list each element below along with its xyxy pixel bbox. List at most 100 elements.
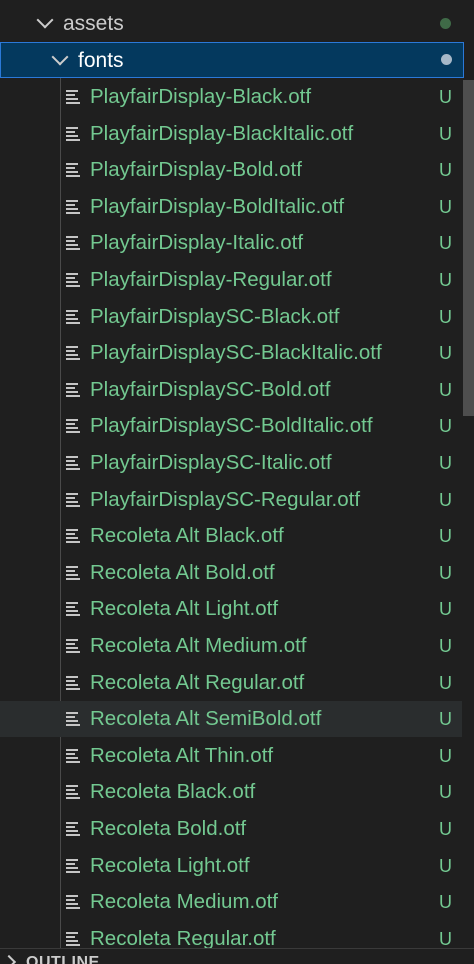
git-status-badge: U: [439, 270, 452, 290]
file-label: PlayfairDisplaySC-BoldItalic.otf: [90, 414, 373, 438]
folder-label: fonts: [78, 49, 124, 72]
git-status-badge: U: [439, 453, 452, 473]
file-label: Recoleta Alt Regular.otf: [90, 670, 305, 694]
file-text-icon: [66, 492, 80, 507]
file-text-icon: [66, 895, 80, 910]
file-label: PlayfairDisplaySC-Black.otf: [90, 304, 340, 328]
git-status-badge: U: [439, 855, 452, 876]
git-status-badge: U: [439, 379, 452, 400]
file-label: Recoleta Alt Black.otf: [90, 524, 284, 548]
git-status-badge: U: [439, 416, 452, 437]
file-text-icon: [66, 602, 80, 617]
file-row[interactable]: Recoleta Alt Medium.otf U: [0, 628, 462, 664]
git-status-badge: U: [439, 160, 452, 181]
file-label: PlayfairDisplaySC-Italic.otf: [90, 451, 332, 474]
file-row[interactable]: Recoleta Alt SemiBold.otf U: [0, 701, 462, 738]
file-row[interactable]: PlayfairDisplay-Regular.otf U: [0, 262, 462, 298]
git-status-badge: U: [439, 745, 452, 766]
file-row[interactable]: Recoleta Alt Bold.otf U: [0, 555, 462, 591]
file-label: PlayfairDisplay-Italic.otf: [90, 231, 304, 255]
file-row[interactable]: Recoleta Alt Thin.otf U: [0, 738, 462, 774]
file-text-icon: [66, 163, 80, 178]
file-text-icon: [66, 785, 80, 800]
file-row[interactable]: PlayfairDisplaySC-Black.otf U: [0, 299, 462, 335]
file-label: PlayfairDisplay-BlackItalic.otf: [90, 121, 354, 145]
file-text-icon: [66, 639, 80, 653]
file-row[interactable]: PlayfairDisplaySC-BlackItalic.otf U: [0, 335, 462, 371]
folder-assets[interactable]: assets: [0, 6, 462, 42]
file-explorer: assets fonts PlayfairDisplay-Black.otf U P…: [0, 0, 474, 964]
modified-dot-icon: [441, 54, 452, 65]
file-row[interactable]: PlayfairDisplay-Italic.otf U: [0, 225, 462, 261]
chevron-down-icon[interactable]: [51, 48, 69, 66]
git-status-badge: U: [439, 599, 452, 620]
file-text-icon: [66, 675, 80, 690]
file-row[interactable]: PlayfairDisplaySC-Bold.otf U: [0, 372, 462, 408]
file-text-icon: [66, 90, 80, 104]
file-label: Recoleta Light.otf: [90, 853, 250, 877]
chevron-down-icon[interactable]: [36, 11, 54, 29]
file-text-icon: [66, 529, 80, 544]
file-label: Recoleta Black.otf: [90, 780, 256, 804]
file-row[interactable]: Recoleta Alt Light.otf U: [0, 591, 462, 627]
file-row[interactable]: Recoleta Medium.otf U: [0, 884, 462, 920]
file-text-icon: [66, 565, 80, 580]
file-text-icon: [66, 126, 80, 141]
git-status-badge: U: [439, 672, 452, 693]
file-row[interactable]: Recoleta Light.otf U: [0, 848, 462, 884]
outline-label: OUTLINE: [26, 954, 100, 964]
chevron-right-icon[interactable]: [1, 954, 17, 964]
file-text-icon: [66, 382, 80, 397]
scrollbar[interactable]: [463, 80, 474, 416]
file-label: Recoleta Bold.otf: [90, 817, 247, 840]
file-text-icon: [66, 712, 80, 727]
outline-section-header[interactable]: OUTLINE: [0, 948, 474, 964]
file-row[interactable]: PlayfairDisplaySC-Regular.otf U: [0, 482, 462, 518]
file-text-icon: [66, 419, 80, 434]
file-row[interactable]: PlayfairDisplay-Bold.otf U: [0, 152, 462, 188]
file-label: Recoleta Alt Bold.otf: [90, 560, 275, 584]
file-row[interactable]: PlayfairDisplaySC-Italic.otf U: [0, 445, 462, 481]
git-status-badge: U: [439, 123, 452, 144]
file-text-icon: [66, 931, 80, 946]
folder-label: assets: [63, 12, 124, 35]
file-label: Recoleta Alt Medium.otf: [90, 634, 307, 657]
file-row[interactable]: Recoleta Bold.otf U: [0, 811, 462, 847]
file-row[interactable]: PlayfairDisplay-BlackItalic.otf U: [0, 116, 462, 152]
file-row[interactable]: PlayfairDisplaySC-BoldItalic.otf U: [0, 408, 462, 444]
file-row[interactable]: Recoleta Alt Black.otf U: [0, 518, 462, 554]
file-label: PlayfairDisplaySC-Bold.otf: [90, 377, 331, 401]
git-status-badge: U: [439, 306, 452, 327]
file-label: PlayfairDisplay-Regular.otf: [90, 268, 332, 291]
file-text-icon: [66, 346, 80, 361]
file-label: Recoleta Alt SemiBold.otf: [90, 707, 322, 731]
git-status-badge: U: [439, 489, 452, 510]
file-label: PlayfairDisplaySC-Regular.otf: [90, 487, 361, 511]
file-text-icon: [66, 273, 80, 287]
file-row[interactable]: Recoleta Alt Regular.otf U: [0, 665, 462, 701]
file-text-icon: [66, 858, 80, 873]
file-label: PlayfairDisplay-BoldItalic.otf: [90, 194, 345, 218]
file-text-icon: [66, 199, 80, 214]
git-status-badge: U: [439, 782, 452, 803]
file-label: PlayfairDisplaySC-BlackItalic.otf: [90, 341, 382, 365]
modified-dot-icon: [440, 18, 451, 29]
file-row[interactable]: PlayfairDisplay-BoldItalic.otf U: [0, 189, 462, 225]
git-status-badge: U: [439, 892, 452, 913]
file-row[interactable]: Recoleta Black.otf U: [0, 774, 462, 810]
file-label: Recoleta Alt Light.otf: [90, 597, 279, 621]
git-status-badge: U: [439, 526, 452, 547]
git-status-badge: U: [439, 819, 452, 839]
git-status-badge: U: [439, 343, 452, 364]
file-text-icon: [66, 748, 80, 763]
git-status-badge: U: [439, 709, 452, 730]
file-text-icon: [66, 822, 80, 836]
file-label: Recoleta Alt Thin.otf: [90, 743, 274, 767]
git-status-badge: U: [439, 233, 452, 254]
file-label: PlayfairDisplay-Bold.otf: [90, 158, 302, 182]
folder-fonts[interactable]: fonts: [0, 42, 464, 78]
file-label: Recoleta Medium.otf: [90, 890, 279, 914]
file-row[interactable]: PlayfairDisplay-Black.otf U: [0, 79, 462, 115]
file-label: PlayfairDisplay-Black.otf: [90, 85, 312, 108]
git-status-badge: U: [439, 562, 452, 583]
